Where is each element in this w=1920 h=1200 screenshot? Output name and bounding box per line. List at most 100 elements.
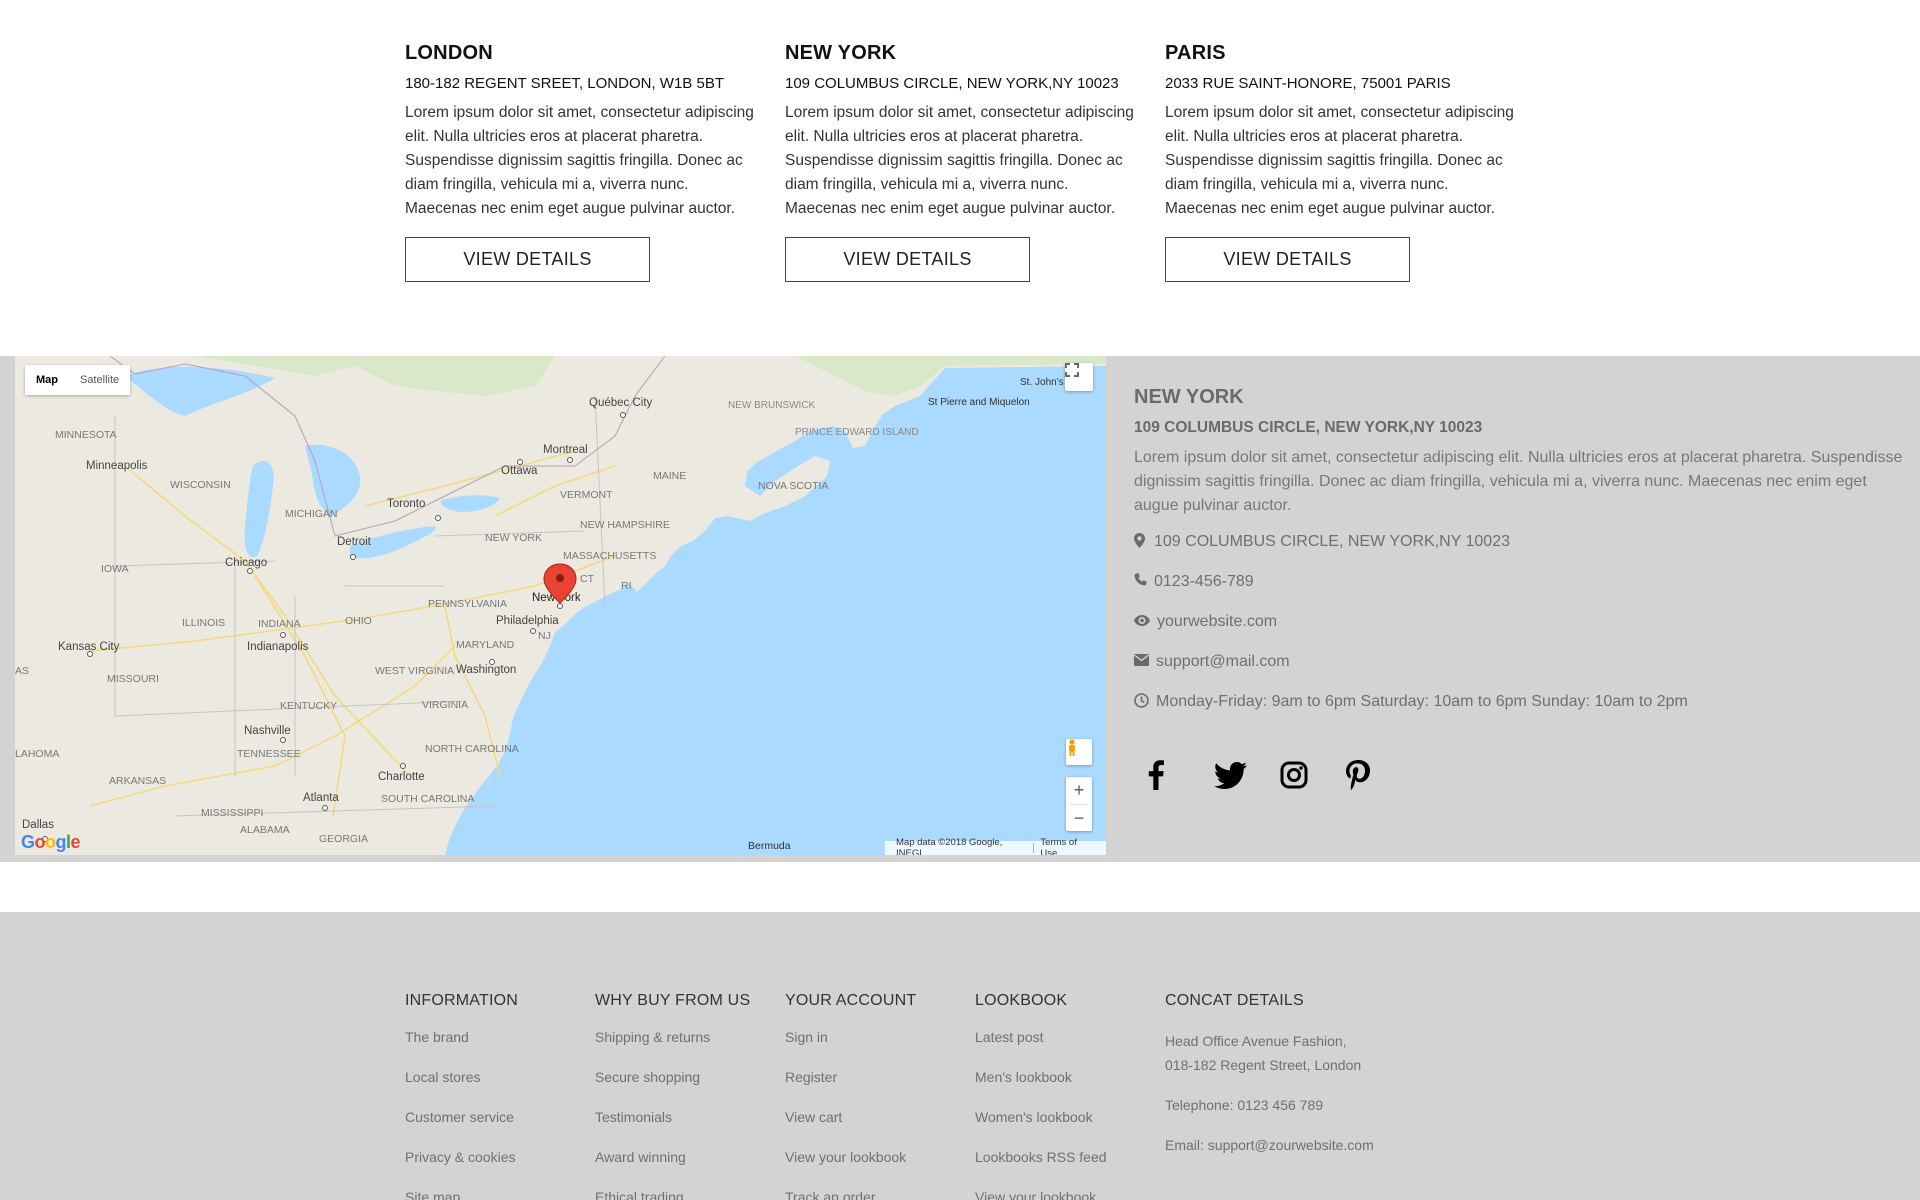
footer-link[interactable]: View cart (785, 1109, 916, 1149)
footer-column-contact: CONCAT DETAILS Head Office Avenue Fashio… (1165, 992, 1374, 1157)
site-footer: INFORMATION The brand Local stores Custo… (0, 912, 1920, 1200)
details-address: 109 COLUMBUS CIRCLE, NEW YORK,NY 10023 (1134, 419, 1483, 436)
view-details-button-paris[interactable]: VIEW DETAILS (1165, 237, 1410, 282)
store-city: PARIS (1165, 42, 1226, 64)
contact-phone-row: 0123-456-789 (1134, 573, 1904, 613)
store-description: Lorem ipsum dolor sit amet, consectetur … (405, 104, 754, 217)
footer-link[interactable]: Site map (405, 1189, 518, 1200)
footer-link[interactable]: Shipping & returns (595, 1029, 750, 1069)
footer-spacer (1165, 1077, 1374, 1093)
map-label-new-york-state: NEW YORK (485, 532, 542, 544)
map-type-map-button[interactable]: Map (25, 365, 69, 395)
contact-phone[interactable]: 0123-456-789 (1154, 573, 1254, 591)
contact-website-row: yourwebsite.com (1134, 613, 1904, 653)
zoom-in-button[interactable]: + (1066, 777, 1092, 804)
map-label-georgia: GEORGIA (319, 833, 368, 845)
store-city: NEW YORK (785, 42, 897, 64)
map-label-kansas-city: Kansas City (58, 641, 120, 653)
store-city: LONDON (405, 42, 493, 64)
view-details-button-new-york[interactable]: VIEW DETAILS (785, 237, 1030, 282)
map-label-north-carolina: NORTH CAROLINA (425, 743, 519, 755)
footer-link[interactable]: Lookbooks RSS feed (975, 1149, 1107, 1189)
map-label-montreal: Montreal (543, 444, 588, 456)
footer-link[interactable]: Register (785, 1069, 916, 1109)
footer-column-title: YOUR ACCOUNT (785, 992, 917, 1009)
footer-telephone: Telephone: 0123 456 789 (1165, 1097, 1324, 1113)
footer-link[interactable]: Customer service (405, 1109, 518, 1149)
store-description: Lorem ipsum dolor sit amet, consectetur … (785, 104, 1134, 217)
map-label-minnesota: MINNESOTA (55, 429, 117, 441)
map-label-washington: Washington (456, 664, 516, 676)
zoom-control: + − (1066, 777, 1092, 831)
contact-address: 109 COLUMBUS CIRCLE, NEW YORK,NY 10023 (1154, 533, 1510, 550)
footer-link[interactable]: Latest post (975, 1029, 1107, 1069)
map-label-new-hampshire: NEW HAMPSHIRE (580, 519, 670, 531)
footer-column-your-account: YOUR ACCOUNT Sign in Register View cart … (785, 992, 916, 1200)
footer-link[interactable]: Award winning (595, 1149, 750, 1189)
map-label-tennessee: TENNESSEE (237, 748, 301, 760)
footer-column-why-buy: WHY BUY FROM US Shipping & returns Secur… (595, 992, 750, 1200)
footer-link[interactable]: Sign in (785, 1029, 916, 1069)
pegman-icon (1069, 739, 1075, 756)
pinterest-icon (1346, 760, 1370, 790)
footer-link[interactable]: Privacy & cookies (405, 1149, 518, 1189)
contact-website[interactable]: yourwebsite.com (1157, 613, 1277, 631)
facebook-link[interactable] (1148, 755, 1214, 795)
details-city: NEW YORK (1134, 386, 1244, 408)
contact-address-row: 109 COLUMBUS CIRCLE, NEW YORK,NY 10023 (1134, 533, 1904, 573)
footer-link[interactable]: View your lookbook (785, 1149, 916, 1189)
pinterest-link[interactable] (1346, 755, 1412, 795)
map-label-mississippi: MISSISSIPPI (201, 807, 263, 819)
map-type-control: Map Satellite (25, 365, 131, 395)
footer-link[interactable]: View your lookbook (975, 1189, 1107, 1200)
view-details-button-london[interactable]: VIEW DETAILS (405, 237, 650, 282)
footer-link[interactable]: Men's lookbook (975, 1069, 1107, 1109)
twitter-link[interactable] (1214, 755, 1280, 795)
footer-link[interactable]: Women's lookbook (975, 1109, 1107, 1149)
facebook-icon (1148, 760, 1164, 790)
instagram-icon (1280, 761, 1308, 789)
footer-column-title: INFORMATION (405, 992, 519, 1009)
map-label-nova-scotia: NOVA SCOTIA (758, 480, 828, 492)
footer-column-information: INFORMATION The brand Local stores Custo… (405, 992, 518, 1200)
twitter-icon (1214, 761, 1247, 789)
instagram-link[interactable] (1280, 755, 1346, 795)
footer-link[interactable]: Track an order (785, 1189, 916, 1200)
map-label-atlanta: Atlanta (303, 792, 339, 804)
details-description: Lorem ipsum dolor sit amet, consectetur … (1134, 449, 1903, 514)
fullscreen-button[interactable] (1065, 363, 1093, 391)
map-label-detroit: Detroit (337, 536, 372, 548)
google-logo[interactable]: Google (21, 832, 81, 853)
stores-section: LONDON 180-182 REGENT SREET, LONDON, W1B… (0, 0, 1920, 356)
fullscreen-icon (1065, 363, 1079, 377)
footer-link[interactable]: The brand (405, 1029, 518, 1069)
contact-email[interactable]: support@mail.com (1156, 653, 1290, 671)
street-view-pegman-button[interactable] (1066, 739, 1092, 765)
map-label-indiana: INDIANA (258, 618, 301, 630)
map-label-st-pierre: St Pierre and Miquelon (928, 397, 1030, 408)
footer-link[interactable]: Local stores (405, 1069, 518, 1109)
map-label-south-carolina: SOUTH CAROLINA (381, 793, 474, 805)
map-label-west-virginia: WEST VIRGINIA (375, 665, 454, 677)
footer-link[interactable]: Testimonials (595, 1109, 750, 1149)
map-label-pennsylvania: PENNSYLVANIA (428, 598, 507, 610)
zoom-out-button[interactable]: − (1066, 805, 1092, 832)
footer-link[interactable]: Ethical trading (595, 1189, 750, 1200)
footer-column-title: CONCAT DETAILS (1165, 992, 1304, 1009)
map-band: Québec City NEW BRUNSWICK PRINCE EDWARD … (0, 356, 1920, 862)
map-label-toronto: Toronto (387, 498, 425, 510)
phone-icon (1134, 573, 1148, 590)
google-map[interactable]: Québec City NEW BRUNSWICK PRINCE EDWARD … (15, 356, 1106, 855)
terms-of-use-link[interactable]: Terms of Use (1034, 837, 1101, 855)
contact-hours-row: Monday-Friday: 9am to 6pm Saturday: 10am… (1134, 693, 1904, 733)
map-type-satellite-button[interactable]: Satellite (69, 365, 131, 395)
map-marker-icon (1134, 533, 1148, 552)
map-label-oklahoma-edge: LAHOMA (15, 748, 59, 760)
map-label-nj: NJ (538, 630, 551, 642)
footer-street-line: 018-182 Regent Street, London (1165, 1057, 1362, 1073)
map-label-ct: CT (580, 573, 595, 585)
envelope-icon (1134, 653, 1150, 670)
clock-icon (1134, 693, 1150, 712)
map-data-credit: Map data ©2018 Google, INEGI (896, 837, 1003, 855)
footer-link[interactable]: Secure shopping (595, 1069, 750, 1109)
